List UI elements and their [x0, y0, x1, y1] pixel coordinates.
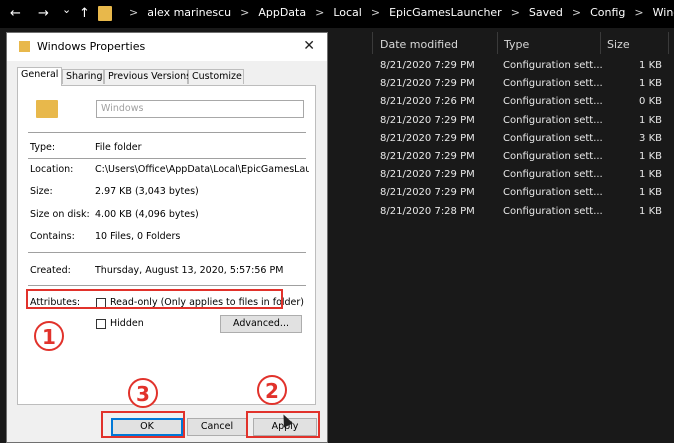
step-1-marker: 1: [34, 321, 64, 351]
file-type: Configuration sett...: [503, 205, 603, 217]
file-type: Configuration sett...: [503, 114, 603, 126]
forward-icon[interactable]: →: [38, 6, 49, 21]
breadcrumb-item[interactable]: alex marinescu: [147, 6, 231, 19]
tab-previous-versions[interactable]: Previous Versions: [104, 69, 191, 84]
file-list-header: Date modified Type Size: [372, 32, 674, 54]
file-type: Configuration sett...: [503, 132, 603, 144]
hidden-label: Hidden: [110, 318, 144, 329]
column-date-modified[interactable]: Date modified: [380, 38, 458, 51]
advanced-button[interactable]: Advanced...: [220, 315, 302, 333]
dialog-titlebar: Windows Properties ✕: [7, 33, 327, 61]
file-size: 1 KB: [639, 205, 662, 217]
file-row[interactable]: 8/21/2020 7:29 PM Configuration sett... 1 …: [372, 76, 674, 94]
file-list: 8/21/2020 7:29 PM Configuration sett... 1 …: [372, 58, 674, 222]
file-date-modified: 8/21/2020 7:29 PM: [380, 78, 475, 90]
breadcrumb-separator-icon[interactable]: >: [563, 6, 590, 19]
file-row[interactable]: 8/21/2020 7:29 PM Configuration sett... 1 …: [372, 58, 674, 76]
file-date-modified: 8/21/2020 7:28 PM: [380, 205, 475, 217]
breadcrumb-item[interactable]: Local: [333, 6, 362, 19]
contains-label: Contains:: [30, 231, 75, 242]
file-type: Configuration sett...: [503, 187, 603, 199]
file-type: Configuration sett...: [503, 78, 603, 90]
file-type: Configuration sett...: [503, 60, 603, 71]
divider: [28, 158, 306, 159]
breadcrumb-separator-icon[interactable]: >: [502, 6, 529, 19]
file-date-modified: 8/21/2020 7:29 PM: [380, 187, 475, 199]
location-label: Location:: [30, 164, 74, 175]
highlight-readonly: [26, 289, 283, 309]
size-value: 2.97 KB (3,043 bytes): [95, 186, 199, 197]
file-type: Configuration sett...: [503, 150, 603, 162]
created-value: Thursday, August 13, 2020, 5:57:56 PM: [95, 265, 284, 276]
size-label: Size:: [30, 186, 53, 197]
file-size: 1 KB: [639, 60, 662, 71]
folder-name-input[interactable]: Windows: [96, 100, 304, 118]
file-date-modified: 8/21/2020 7:29 PM: [380, 60, 475, 71]
file-size: 1 KB: [639, 150, 662, 162]
back-icon[interactable]: ←: [10, 6, 21, 21]
divider: [28, 252, 306, 253]
file-row[interactable]: 8/21/2020 7:29 PM Configuration sett... 1 …: [372, 167, 674, 185]
divider: [28, 285, 306, 286]
breadcrumb-item[interactable]: Saved: [529, 6, 563, 19]
file-row[interactable]: 8/21/2020 7:28 PM Configuration sett... 1 …: [372, 204, 674, 222]
step-3-marker: 3: [128, 378, 158, 408]
dialog-title: Windows Properties: [37, 40, 146, 53]
folder-icon: [98, 6, 112, 21]
file-date-modified: 8/21/2020 7:29 PM: [380, 150, 475, 162]
file-date-modified: 8/21/2020 7:29 PM: [380, 132, 475, 144]
hidden-checkbox[interactable]: [96, 319, 106, 329]
file-row[interactable]: 8/21/2020 7:29 PM Configuration sett... 1 …: [372, 149, 674, 167]
file-row[interactable]: 8/21/2020 7:29 PM Configuration sett... 1 …: [372, 185, 674, 203]
highlight-ok-button: [101, 411, 185, 438]
file-row[interactable]: 8/21/2020 7:26 PM Configuration sett... 0 …: [372, 94, 674, 112]
breadcrumb-item[interactable]: EpicGamesLauncher: [389, 6, 502, 19]
breadcrumb-separator-icon[interactable]: >: [362, 6, 389, 19]
explorer-address-bar: ← → ⌄ ↑ > alex marinescu > AppData > Local > Ep…: [0, 0, 674, 28]
file-type: Configuration sett...: [503, 96, 603, 108]
breadcrumb-item[interactable]: Config: [590, 6, 625, 19]
contains-value: 10 Files, 0 Folders: [95, 231, 181, 242]
folder-icon: [19, 41, 30, 52]
file-row[interactable]: 8/21/2020 7:29 PM Configuration sett... 3 …: [372, 131, 674, 149]
file-size: 0 KB: [639, 96, 662, 108]
breadcrumb-separator-icon[interactable]: >: [625, 6, 652, 19]
size-on-disk-value: 4.00 KB (4,096 bytes): [95, 209, 199, 220]
breadcrumb-separator-icon[interactable]: >: [231, 6, 258, 19]
file-date-modified: 8/21/2020 7:26 PM: [380, 96, 475, 108]
file-size: 1 KB: [639, 114, 662, 126]
file-size: 1 KB: [639, 187, 662, 199]
tab-sharing[interactable]: Sharing: [62, 69, 104, 84]
location-value: C:\Users\Office\AppData\Local\EpicGamesL…: [95, 164, 309, 175]
created-label: Created:: [30, 265, 71, 276]
breadcrumb-separator-icon[interactable]: >: [306, 6, 333, 19]
file-date-modified: 8/21/2020 7:29 PM: [380, 114, 475, 126]
file-size: 1 KB: [639, 169, 662, 181]
size-on-disk-label: Size on disk:: [30, 209, 90, 220]
type-value: File folder: [95, 142, 142, 153]
column-type[interactable]: Type: [504, 38, 529, 51]
general-tab-panel: Windows Type: File folder Location: C:\U…: [17, 85, 316, 405]
column-size[interactable]: Size: [607, 38, 630, 51]
file-date-modified: 8/21/2020 7:29 PM: [380, 169, 475, 181]
breadcrumb: > alex marinescu > AppData > Local > EpicGamesL…: [120, 6, 674, 19]
file-row[interactable]: 8/21/2020 7:29 PM Configuration sett... 1 …: [372, 113, 674, 131]
recent-locations-icon[interactable]: ⌄: [62, 3, 71, 16]
step-2-marker: 2: [257, 375, 287, 405]
up-icon[interactable]: ↑: [79, 6, 90, 21]
cancel-button[interactable]: Cancel: [187, 418, 247, 436]
divider: [28, 132, 306, 133]
tab-customize[interactable]: Customize: [188, 69, 244, 84]
tab-general[interactable]: General: [17, 67, 62, 86]
file-type: Configuration sett...: [503, 169, 603, 181]
breadcrumb-item[interactable]: AppData: [258, 6, 306, 19]
type-label: Type:: [30, 142, 56, 153]
close-icon[interactable]: ✕: [303, 38, 315, 54]
breadcrumb-separator-icon[interactable]: >: [120, 6, 147, 19]
file-size: 1 KB: [639, 78, 662, 90]
breadcrumb-item[interactable]: Windows: [653, 6, 674, 19]
file-size: 3 KB: [639, 132, 662, 144]
folder-icon: [36, 100, 58, 118]
